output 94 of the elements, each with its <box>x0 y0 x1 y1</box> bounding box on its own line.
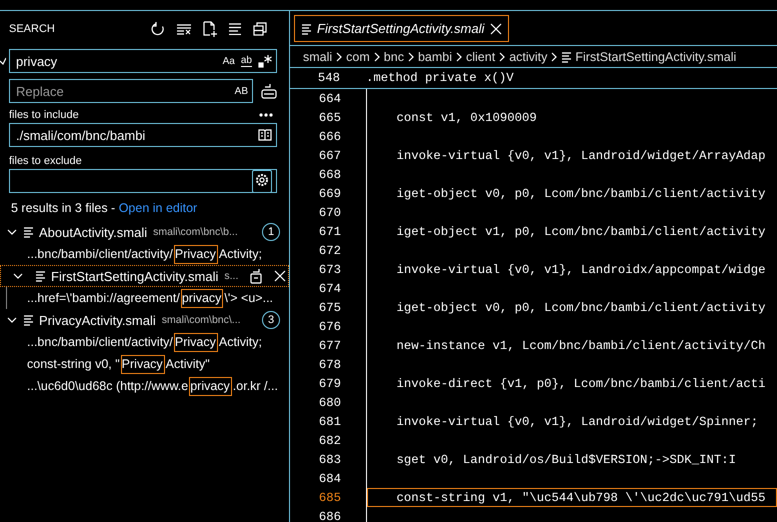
include-field[interactable]: ./smali/com/bnc/bambi <box>9 123 277 147</box>
code-line: const-string v1, "\uc544\ub798 \'\uc2dc\uc791\ud55 <box>396 490 766 504</box>
code-line: iget-object v0, p0, Lcom/bnc/bambi/client/activity <box>396 300 766 314</box>
breadcrumb[interactable]: com <box>346 50 370 64</box>
close-icon[interactable] <box>490 22 502 34</box>
breadcrumb[interactable]: smali <box>303 50 332 64</box>
chevron-right-icon <box>336 52 342 62</box>
line-number: 680 <box>318 396 341 410</box>
line-number: 671 <box>318 224 341 238</box>
new-file-icon[interactable] <box>203 21 217 37</box>
refresh-icon[interactable] <box>151 22 165 36</box>
whole-word-toggle[interactable]: ab <box>240 56 252 66</box>
line-number: 675 <box>318 300 341 314</box>
open-in-editor-link[interactable]: Open in editor <box>118 201 198 215</box>
line-number: 686 <box>318 510 341 522</box>
file-result[interactable]: PrivacyActivity.smali smali\com\bnc\... 3 <box>0 309 289 331</box>
results-summary: 5 results in 3 files - <box>11 201 116 215</box>
field-label: files to exclude <box>9 155 83 167</box>
code-line: sget v0, Landroid/os/Build$VERSION;->SDK_INT:I <box>396 452 736 466</box>
breadcrumb[interactable]: bambi <box>418 50 452 64</box>
line-number: 548 <box>316 71 340 85</box>
regex-icon[interactable] <box>258 54 272 68</box>
file-name: FirstStartSettingActivity.smali <box>51 268 218 284</box>
file-icon <box>23 226 33 238</box>
more-icon[interactable] <box>259 113 273 117</box>
line-number: 666 <box>318 130 341 144</box>
file-icon <box>35 270 45 282</box>
file-result[interactable]: AboutActivity.smali smali\com\bnc\b... 1 <box>0 221 289 243</box>
line-number: 678 <box>318 358 341 372</box>
settings-icon[interactable] <box>254 172 270 188</box>
line-number: 676 <box>318 320 341 334</box>
match-line[interactable]: ...bnc/bambi/client/activity/ Privacy Activity; <box>27 335 262 349</box>
chevron-right-icon <box>374 52 380 62</box>
line-number: 665 <box>318 110 341 124</box>
code-line: new-instance v1, Lcom/bnc/bambi/client/activity/Ch <box>396 338 766 352</box>
close-icon[interactable] <box>274 270 286 282</box>
line-number: 685 <box>318 490 341 504</box>
field-label: files to include <box>9 109 79 121</box>
match-line[interactable]: ...bnc/bambi/client/activity/ Privacy Activity; <box>27 247 262 261</box>
code-line: invoke-virtual {v0, v1}, Landroid/widget/Spinner; <box>396 414 758 428</box>
clear-results-icon[interactable] <box>176 22 192 36</box>
chevron-right-icon <box>408 52 414 62</box>
replace-all-icon[interactable] <box>261 83 277 99</box>
code-line: iget-object v0, p0, Lcom/bnc/bambi/client/activity <box>396 186 766 200</box>
file-result[interactable]: FirstStartSettingActivity.smali s... <box>0 265 289 287</box>
match-case-toggle[interactable]: Aa <box>222 56 235 66</box>
exclude-field[interactable] <box>9 169 277 193</box>
line-number: 684 <box>318 472 341 486</box>
line-number: 681 <box>318 414 341 428</box>
breadcrumb[interactable]: FirstStartSettingActivity.smali <box>575 50 736 64</box>
preserve-case-toggle[interactable]: AB <box>234 86 248 96</box>
file-icon <box>561 50 572 62</box>
line-number: 674 <box>318 282 341 296</box>
code-line: const v1, 0x1090009 <box>396 110 537 124</box>
panel-title: SEARCH <box>9 23 55 35</box>
file-icon <box>23 314 33 326</box>
file-path: smali\com\bnc\b... <box>153 226 239 238</box>
line-number: 670 <box>318 206 341 220</box>
code-line: invoke-direct {v1, p0}, Lcom/bnc/bambi/client/acti <box>396 376 766 390</box>
file-path: smali\com\bnc\... <box>162 314 242 326</box>
breadcrumb[interactable]: client <box>466 50 496 64</box>
line-number: 667 <box>318 148 341 162</box>
file-path: s... <box>224 270 238 282</box>
breadcrumb[interactable]: activity <box>509 50 548 64</box>
line-number: 682 <box>318 434 341 448</box>
chevron-right-icon <box>456 52 462 62</box>
line-number: 672 <box>318 244 341 258</box>
replace-icon[interactable] <box>250 268 262 284</box>
line-number: 668 <box>318 168 341 182</box>
code-line: invoke-virtual {v0, v1}, Landroidx/appcompat/widge <box>396 262 766 276</box>
line-number: 679 <box>318 376 341 390</box>
code-line: .method private x()V <box>366 71 514 85</box>
code-line: invoke-virtual {v0, v1}, Landroid/widget/ArrayAdap <box>396 148 766 162</box>
book-icon[interactable] <box>258 129 272 141</box>
line-number: 683 <box>318 452 341 466</box>
match-count: 1 <box>262 223 280 241</box>
breadcrumb[interactable]: bnc <box>384 50 404 64</box>
line-number: 677 <box>318 338 341 352</box>
file-name: AboutActivity.smali <box>39 224 148 240</box>
match-line[interactable]: ...\uc6d0\ud68c (http://www.e privacy .or.kr /... <box>27 379 278 393</box>
match-line[interactable]: const-string v0, " Privacy Activity" <box>27 357 210 371</box>
line-number: 669 <box>318 186 341 200</box>
editor-tab[interactable]: FirstStartSettingActivity.smali <box>294 15 510 42</box>
chevron-right-icon <box>551 52 558 62</box>
code-line: iget-object v1, p0, Lcom/bnc/bambi/client/activity <box>396 224 766 238</box>
match-count: 3 <box>262 311 280 329</box>
chevron-right-icon <box>499 52 506 62</box>
file-icon <box>301 22 311 34</box>
list-icon[interactable] <box>228 23 242 35</box>
match-line[interactable]: ...href=\'bambi://agreement/ privacy \'> <u>... <box>27 291 274 305</box>
collapse-all-icon[interactable] <box>253 22 267 36</box>
file-name: PrivacyActivity.smali <box>39 312 156 328</box>
line-number: 664 <box>318 92 341 106</box>
line-number: 673 <box>318 262 341 276</box>
